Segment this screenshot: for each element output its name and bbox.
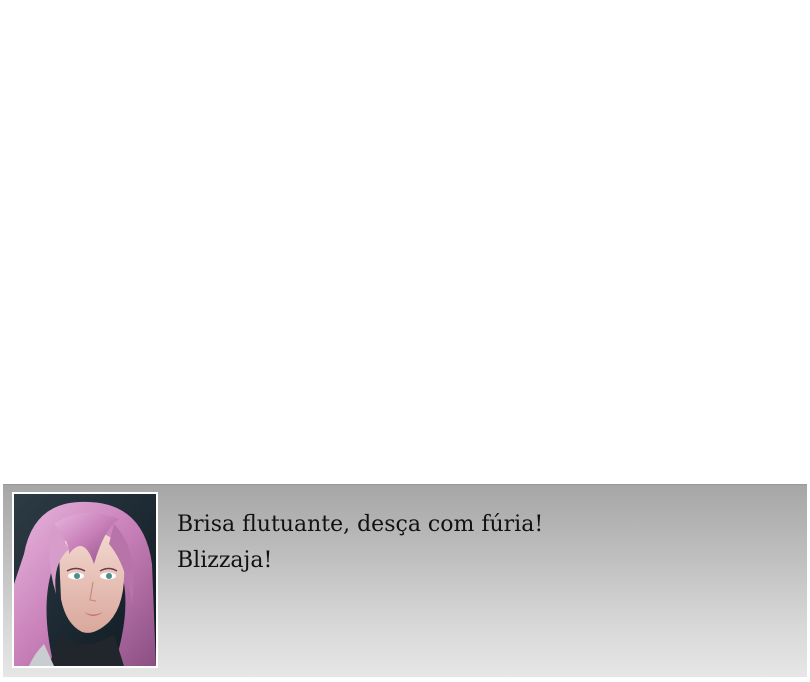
dialogue-text: Brisa flutuante, desça com fúria! Blizza… — [177, 507, 777, 579]
dialogue-box[interactable]: Brisa flutuante, desça com fúria! Blizza… — [3, 484, 807, 677]
game-scene: Brisa flutuante, desça com fúria! Blizza… — [0, 0, 810, 682]
character-portrait-icon — [14, 494, 156, 666]
dialogue-line-1: Brisa flutuante, desça com fúria! — [177, 512, 544, 537]
dialogue-line-2: Blizzaja! — [177, 548, 273, 573]
character-portrait — [12, 492, 158, 668]
